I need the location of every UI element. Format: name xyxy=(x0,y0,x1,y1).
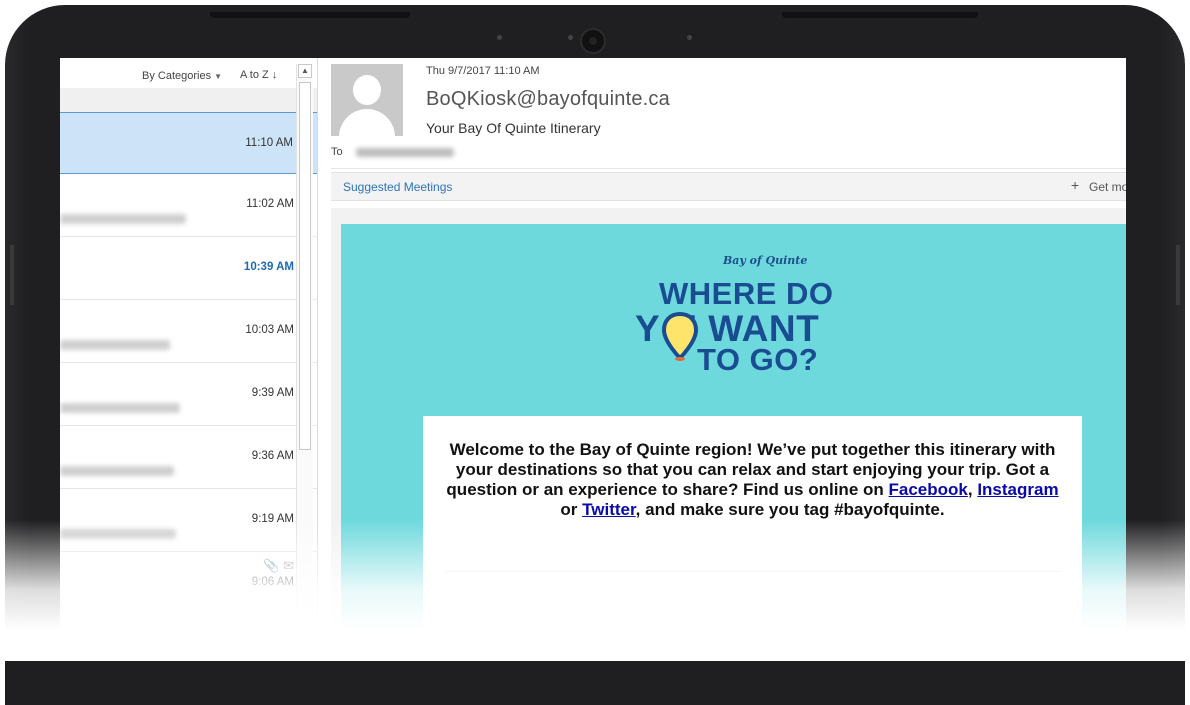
message-time: 9:19 AM xyxy=(251,513,294,525)
bay-of-quinte-logo: Bay of Quinte xyxy=(723,254,808,267)
email-banner: Bay of Quinte WHERE DO Y U WANT TO GO? W… xyxy=(341,224,1126,661)
sender-address[interactable]: BoQKiosk@bayofquinte.ca xyxy=(426,88,670,111)
redacted-preview xyxy=(60,466,174,476)
welcome-sep2: or xyxy=(560,500,583,519)
header-divider xyxy=(331,168,1126,169)
message-date: Thu 9/7/2017 11:10 AM xyxy=(426,65,540,77)
email-body: Bay of Quinte WHERE DO Y U WANT TO GO? W… xyxy=(331,208,1126,661)
sort-order-label: A to Z xyxy=(240,69,269,81)
bezel-sensor-mid xyxy=(568,35,573,40)
reading-pane: Thu 9/7/2017 11:10 AM BoQKiosk@bayofquin… xyxy=(318,58,1126,661)
message-subject: Your Bay Of Quinte Itinerary xyxy=(426,120,601,136)
sort-by-dropdown[interactable]: By Categories ▼ xyxy=(142,70,222,82)
bezel-hinge-right xyxy=(782,12,978,18)
chevron-down-icon: ▼ xyxy=(214,72,223,81)
welcome-card: Welcome to the Bay of Quinte region! We’… xyxy=(423,416,1082,661)
message-time: 10:03 AM xyxy=(245,324,294,336)
bezel-sensor-left xyxy=(497,35,502,40)
redacted-preview xyxy=(60,403,180,413)
list-item[interactable]: 📎 ✉ 9:06 AM xyxy=(60,552,318,615)
sort-by-label: By Categories xyxy=(142,70,212,82)
suggested-meetings-link[interactable]: Suggested Meetings xyxy=(343,180,452,194)
sender-avatar xyxy=(331,64,403,136)
scroll-thumb[interactable] xyxy=(299,82,311,450)
side-button-right xyxy=(1176,245,1180,305)
list-item[interactable]: 9:39 AM xyxy=(60,363,318,426)
avatar-body xyxy=(339,109,395,136)
redacted-preview xyxy=(60,214,186,224)
paperclip-icon: 📎 xyxy=(263,558,280,573)
screen: By Categories ▼ A to Z ↓ 11:10 AM 11:02 A… xyxy=(60,58,1126,661)
get-more-addins-button[interactable]: Get mo xyxy=(1089,180,1126,194)
list-item[interactable]: 11:02 AM xyxy=(60,174,318,237)
suggested-meetings-bar: Suggested Meetings + Get mo xyxy=(331,172,1126,201)
scroll-up-icon[interactable]: ▲ xyxy=(298,64,312,78)
message-status-icons: 📎 ✉ xyxy=(263,558,294,574)
message-time: 9:06 AM xyxy=(251,576,294,588)
to-label: To xyxy=(331,146,343,158)
list-group-header xyxy=(60,88,318,112)
message-time: 9:36 AM xyxy=(251,450,294,462)
welcome-suffix: , and make sure you tag #bayofquinte. xyxy=(635,500,945,519)
list-item[interactable]: 10:03 AM xyxy=(60,300,318,363)
message-time: 9:39 AM xyxy=(251,387,294,399)
list-toolbar: By Categories ▼ A to Z ↓ xyxy=(60,58,318,88)
twitter-link[interactable]: Twitter xyxy=(582,500,636,519)
bezel-hinge-left xyxy=(210,12,410,18)
redacted-preview xyxy=(60,529,176,539)
instagram-link[interactable]: Instagram xyxy=(977,480,1058,499)
welcome-text: Welcome to the Bay of Quinte region! We’… xyxy=(445,440,1060,520)
list-item[interactable]: 9:36 AM xyxy=(60,426,318,489)
map-pin-icon xyxy=(662,312,698,361)
webcam xyxy=(580,28,606,54)
bezel-sensor-right xyxy=(687,35,692,40)
message-time: 10:39 AM xyxy=(243,261,294,273)
welcome-sep1: , xyxy=(967,480,978,499)
sort-order-toggle[interactable]: A to Z ↓ xyxy=(240,69,277,81)
avatar-head xyxy=(353,75,381,105)
message-time: 11:02 AM xyxy=(246,198,294,210)
envelope-open-icon: ✉ xyxy=(283,558,294,573)
message-list: By Categories ▼ A to Z ↓ 11:10 AM 11:02 A… xyxy=(60,58,318,661)
facebook-link[interactable]: Facebook xyxy=(889,480,968,499)
list-item[interactable]: 11:10 AM xyxy=(60,112,318,174)
list-item[interactable]: 9:19 AM xyxy=(60,489,318,552)
message-time: 11:10 AM xyxy=(245,137,293,149)
hero-headline-line1: WHERE DO xyxy=(659,276,834,311)
hero-headline-line3: TO GO? xyxy=(697,342,819,377)
redacted-preview xyxy=(60,340,170,350)
redacted-recipient xyxy=(356,148,454,157)
list-scrollbar[interactable]: ▲ xyxy=(296,64,313,661)
card-divider xyxy=(445,571,1060,572)
side-button-left xyxy=(10,245,14,305)
plus-icon[interactable]: + xyxy=(1071,177,1079,193)
list-item[interactable]: 10:39 AM xyxy=(60,237,318,300)
arrow-down-icon: ↓ xyxy=(271,69,278,81)
